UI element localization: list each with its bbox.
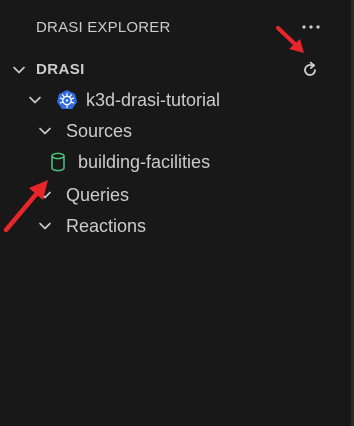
drasi-explorer-panel: DRASI EXPLORER DRASI k3d-drasi-tutorial … <box>0 0 351 426</box>
database-icon <box>51 152 65 172</box>
chevron-down-icon <box>29 96 41 104</box>
source-item-label: building-facilities <box>78 152 211 172</box>
sources-label: Sources <box>66 121 133 141</box>
ellipsis-icon <box>302 25 320 29</box>
tree-item-source[interactable]: building-facilities <box>0 148 351 176</box>
tree-item-cluster[interactable]: k3d-drasi-tutorial <box>0 86 351 114</box>
reactions-label: Reactions <box>66 216 147 236</box>
cluster-label: k3d-drasi-tutorial <box>86 90 221 110</box>
chevron-down-icon <box>39 191 51 199</box>
tree-item-sources[interactable]: Sources <box>0 117 351 145</box>
tree-item-queries[interactable]: Queries <box>0 181 351 209</box>
refresh-button[interactable] <box>298 58 322 82</box>
chevron-down-icon <box>39 127 51 135</box>
kubernetes-icon <box>57 90 77 109</box>
refresh-icon <box>304 61 316 76</box>
chevron-down-icon <box>13 66 25 74</box>
more-actions-button[interactable] <box>298 14 324 40</box>
panel-title: DRASI EXPLORER <box>36 19 171 36</box>
queries-label: Queries <box>66 185 130 205</box>
chevron-down-icon <box>39 222 51 230</box>
tree-item-reactions[interactable]: Reactions <box>0 212 351 240</box>
section-title: DRASI <box>36 61 85 78</box>
